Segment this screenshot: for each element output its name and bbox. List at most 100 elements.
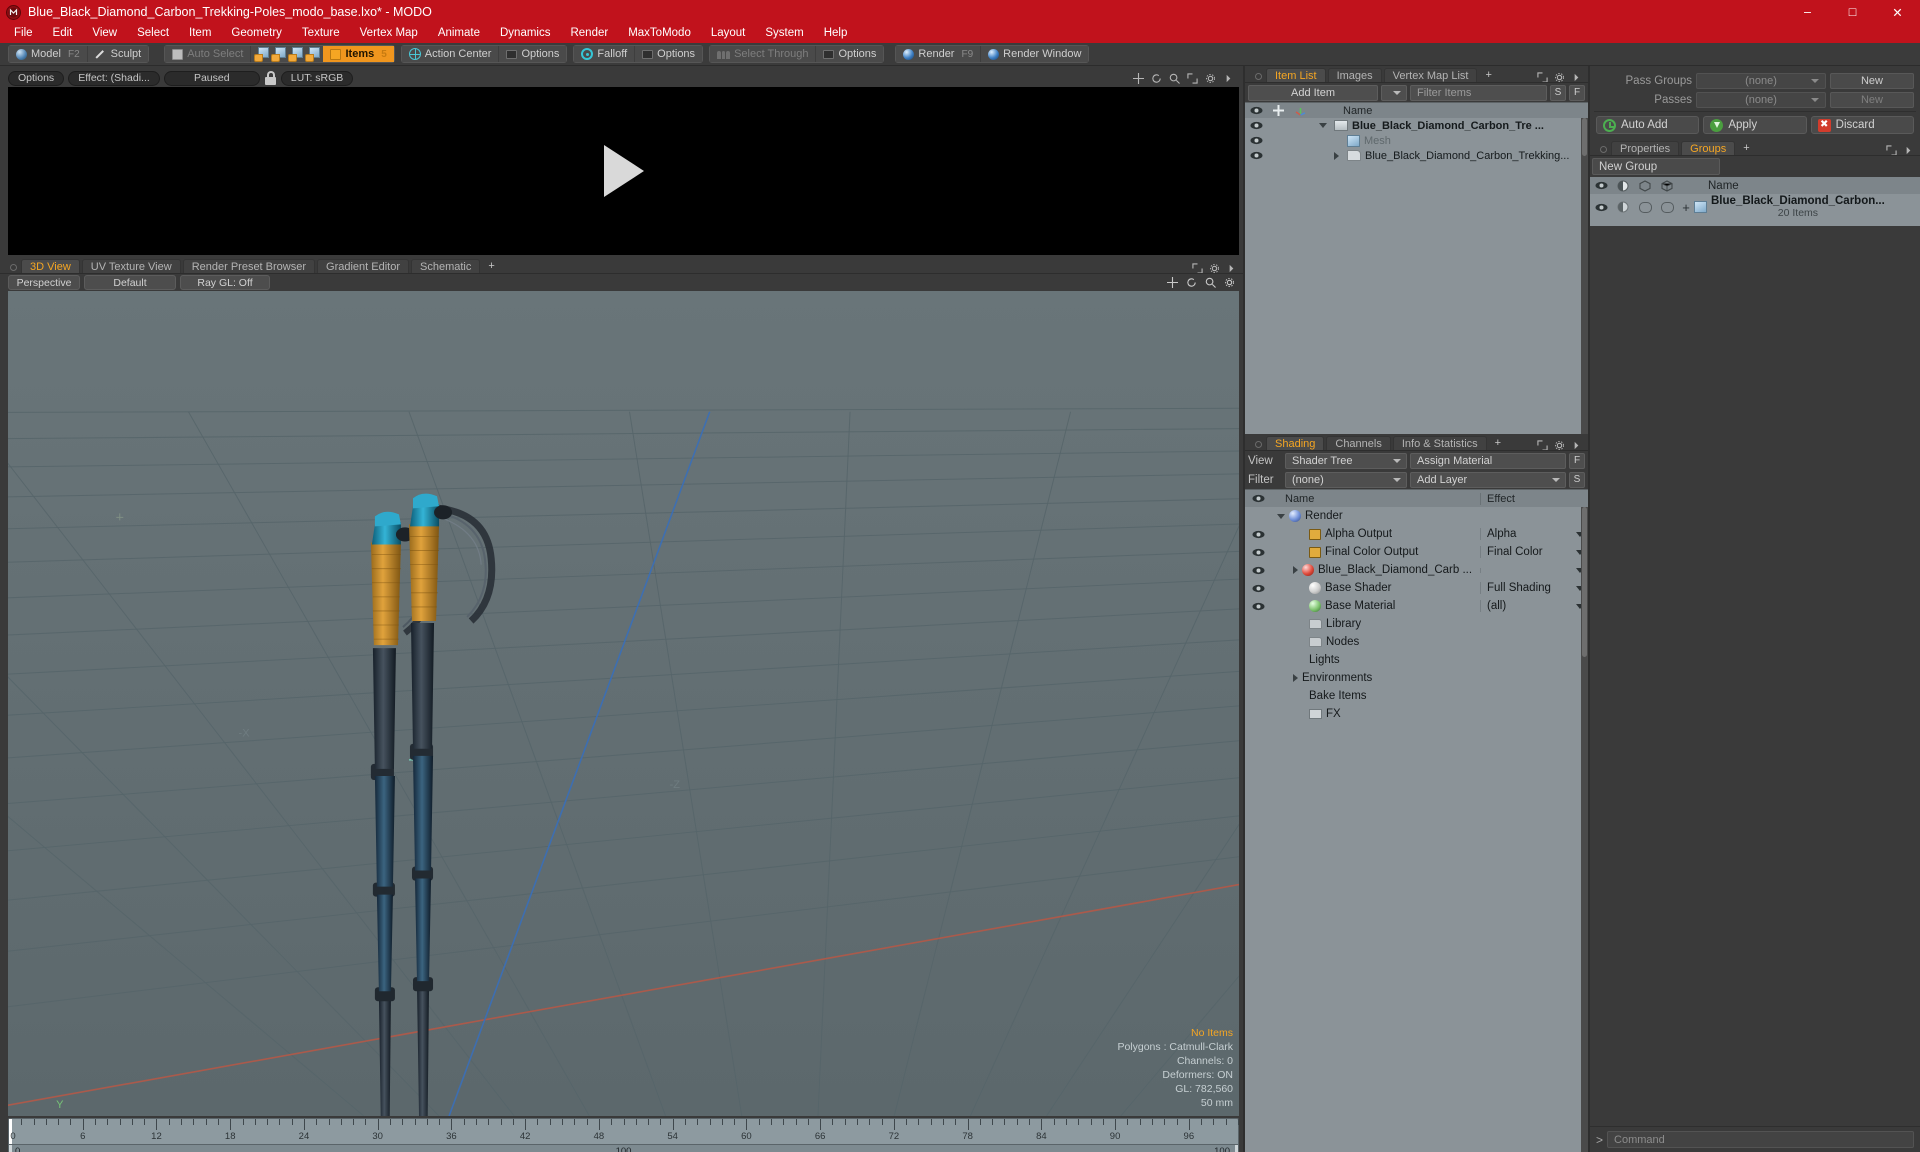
passes-dropdown[interactable]: (none)	[1696, 91, 1826, 108]
menu-item-maxtomodo[interactable]: MaxToModo	[618, 24, 701, 43]
row-eye-icon[interactable]	[1590, 203, 1612, 212]
action-center-options-button[interactable]: Options	[499, 46, 567, 62]
render-preview-image[interactable]	[8, 87, 1239, 255]
maximize-button[interactable]: □	[1830, 0, 1875, 24]
sculpt-mode-button[interactable]: Sculpt	[87, 46, 149, 62]
tab-schematic[interactable]: Schematic	[411, 259, 481, 274]
select-icon[interactable]	[1656, 179, 1678, 192]
tree-row[interactable]: Base Shader Full Shading	[1245, 579, 1588, 597]
groups-body[interactable]: + Blue_Black_Diamond_Carbon... 20 Items	[1590, 194, 1920, 226]
menu-item-edit[interactable]: Edit	[43, 24, 83, 43]
falloff-options-button[interactable]: Options	[635, 46, 703, 62]
tab-vertex-map-list[interactable]: Vertex Map List	[1383, 68, 1478, 83]
tab-3d-view[interactable]: 3D View	[21, 259, 80, 274]
zoom-tool-icon[interactable]	[1205, 277, 1216, 288]
row-shade-icon[interactable]	[1612, 201, 1634, 213]
falloff-button[interactable]: Falloff	[574, 46, 636, 62]
tab-shading[interactable]: Shading	[1266, 436, 1325, 451]
apply-button[interactable]: Apply	[1703, 116, 1807, 134]
menu-item-geometry[interactable]: Geometry	[221, 24, 292, 43]
pass-groups-new-button[interactable]: New	[1830, 72, 1914, 89]
tree-row[interactable]: Render	[1245, 507, 1588, 525]
menu-item-view[interactable]: View	[82, 24, 127, 43]
pass-groups-dropdown[interactable]: (none)	[1696, 72, 1826, 89]
tree-row[interactable]: Final Color Output Final Color	[1245, 543, 1588, 561]
list-item[interactable]: Blue_Black_Diamond_Carbon_Trekking...	[1245, 148, 1588, 163]
tab-channels[interactable]: Channels	[1326, 436, 1391, 451]
render-status-button[interactable]: Paused	[163, 70, 260, 86]
menu-item-texture[interactable]: Texture	[292, 24, 350, 43]
tab-uv-texture-view[interactable]: UV Texture View	[81, 259, 181, 274]
expand-icon[interactable]	[1334, 151, 1339, 160]
shading-style-dropdown[interactable]: Default	[84, 275, 176, 290]
tree-row[interactable]: Base Material (all)	[1245, 597, 1588, 615]
tree-row[interactable]: Blue_Black_Diamond_Carb ...	[1245, 561, 1588, 579]
select-through-options-button[interactable]: Options	[816, 46, 884, 62]
move-tool-icon[interactable]	[1167, 277, 1178, 288]
panel-menu-icon[interactable]	[1226, 263, 1237, 274]
expand-icon[interactable]	[1293, 566, 1298, 574]
row-eye-icon[interactable]	[1245, 602, 1271, 611]
filter-items-input[interactable]: Filter Items	[1410, 84, 1547, 101]
item-list-scrollbar[interactable]	[1581, 118, 1588, 434]
gear-icon[interactable]	[1554, 72, 1565, 83]
menu-item-file[interactable]: File	[4, 24, 43, 43]
row-eye-icon[interactable]	[1245, 548, 1271, 557]
polygon-select-icon[interactable]	[288, 46, 304, 62]
rotate-tool-icon[interactable]	[1186, 277, 1197, 288]
item-list-s-button[interactable]: S	[1550, 84, 1566, 101]
shading-filter-dropdown[interactable]: (none)	[1285, 471, 1407, 488]
timeline-ruler[interactable]: 6 12 18 24 30 36 42 48 54 60 66 72 78 84 90 96 0	[8, 1118, 1239, 1145]
table-row[interactable]: + Blue_Black_Diamond_Carbon... 20 Items	[1590, 194, 1920, 220]
list-item[interactable]: Blue_Black_Diamond_Carbon_Tre ...	[1245, 118, 1588, 133]
assign-material-button[interactable]: Assign Material	[1410, 452, 1566, 469]
menu-item-item[interactable]: Item	[179, 24, 221, 43]
add-item-button[interactable]: Add Item	[1248, 84, 1378, 101]
expand-icon[interactable]	[1293, 674, 1298, 682]
lut-dropdown[interactable]: LUT: sRGB	[280, 70, 354, 86]
item-list-f-button[interactable]: F	[1569, 84, 1585, 101]
raygl-toggle[interactable]: Ray GL: Off	[180, 275, 270, 290]
menu-item-vertex-map[interactable]: Vertex Map	[350, 24, 428, 43]
render-options-button[interactable]: Options	[8, 70, 65, 86]
new-group-button[interactable]: New Group	[1592, 158, 1720, 175]
items-mode-button[interactable]: Items 5	[323, 46, 394, 62]
tab-properties[interactable]: Properties	[1611, 141, 1680, 156]
collapse-icon[interactable]	[1319, 123, 1327, 128]
list-item[interactable]: Mesh	[1245, 133, 1588, 148]
maximize-panel-icon[interactable]	[1537, 440, 1548, 451]
tree-row[interactable]: Bake Items	[1245, 687, 1588, 705]
zoom-tool-icon[interactable]	[1169, 73, 1180, 84]
panel-menu-icon[interactable]	[1571, 440, 1582, 451]
shading-scrollbar[interactable]	[1581, 507, 1588, 1152]
add-tab-button[interactable]: +	[1737, 141, 1755, 156]
tree-row[interactable]: Nodes	[1245, 633, 1588, 651]
gear-icon[interactable]	[1554, 440, 1565, 451]
passes-new-button[interactable]: New	[1830, 91, 1914, 108]
menu-item-select[interactable]: Select	[127, 24, 179, 43]
group-expander[interactable]: +	[1678, 200, 1694, 215]
tree-row[interactable]: Library	[1245, 615, 1588, 633]
move-icon[interactable]	[1267, 105, 1289, 116]
discard-button[interactable]: ✖ Discard	[1810, 116, 1914, 134]
maximize-panel-icon[interactable]	[1537, 72, 1548, 83]
play-triangle-icon[interactable]	[603, 145, 644, 197]
gear-icon[interactable]	[1209, 263, 1220, 274]
minimize-button[interactable]: –	[1785, 0, 1830, 24]
timeline-range[interactable]: 0 100 100	[8, 1145, 1239, 1152]
tab-gradient-editor[interactable]: Gradient Editor	[317, 259, 409, 274]
panel-menu-icon[interactable]	[1223, 73, 1234, 84]
eye-icon[interactable]	[1590, 181, 1612, 190]
axis-icon[interactable]	[1289, 105, 1311, 116]
tab-groups[interactable]: Groups	[1681, 141, 1736, 156]
eye-icon[interactable]	[1245, 106, 1267, 115]
menu-item-layout[interactable]: Layout	[701, 24, 756, 43]
action-center-button[interactable]: Action Center	[401, 46, 500, 62]
shade-icon[interactable]	[1612, 180, 1634, 192]
row-eye-icon[interactable]	[1245, 566, 1271, 575]
maximize-panel-icon[interactable]	[1187, 72, 1198, 84]
vertex-select-icon[interactable]	[254, 46, 270, 62]
shading-s-button[interactable]: S	[1569, 471, 1585, 488]
eye-icon[interactable]	[1245, 494, 1271, 503]
row-eye-icon[interactable]	[1245, 121, 1267, 130]
